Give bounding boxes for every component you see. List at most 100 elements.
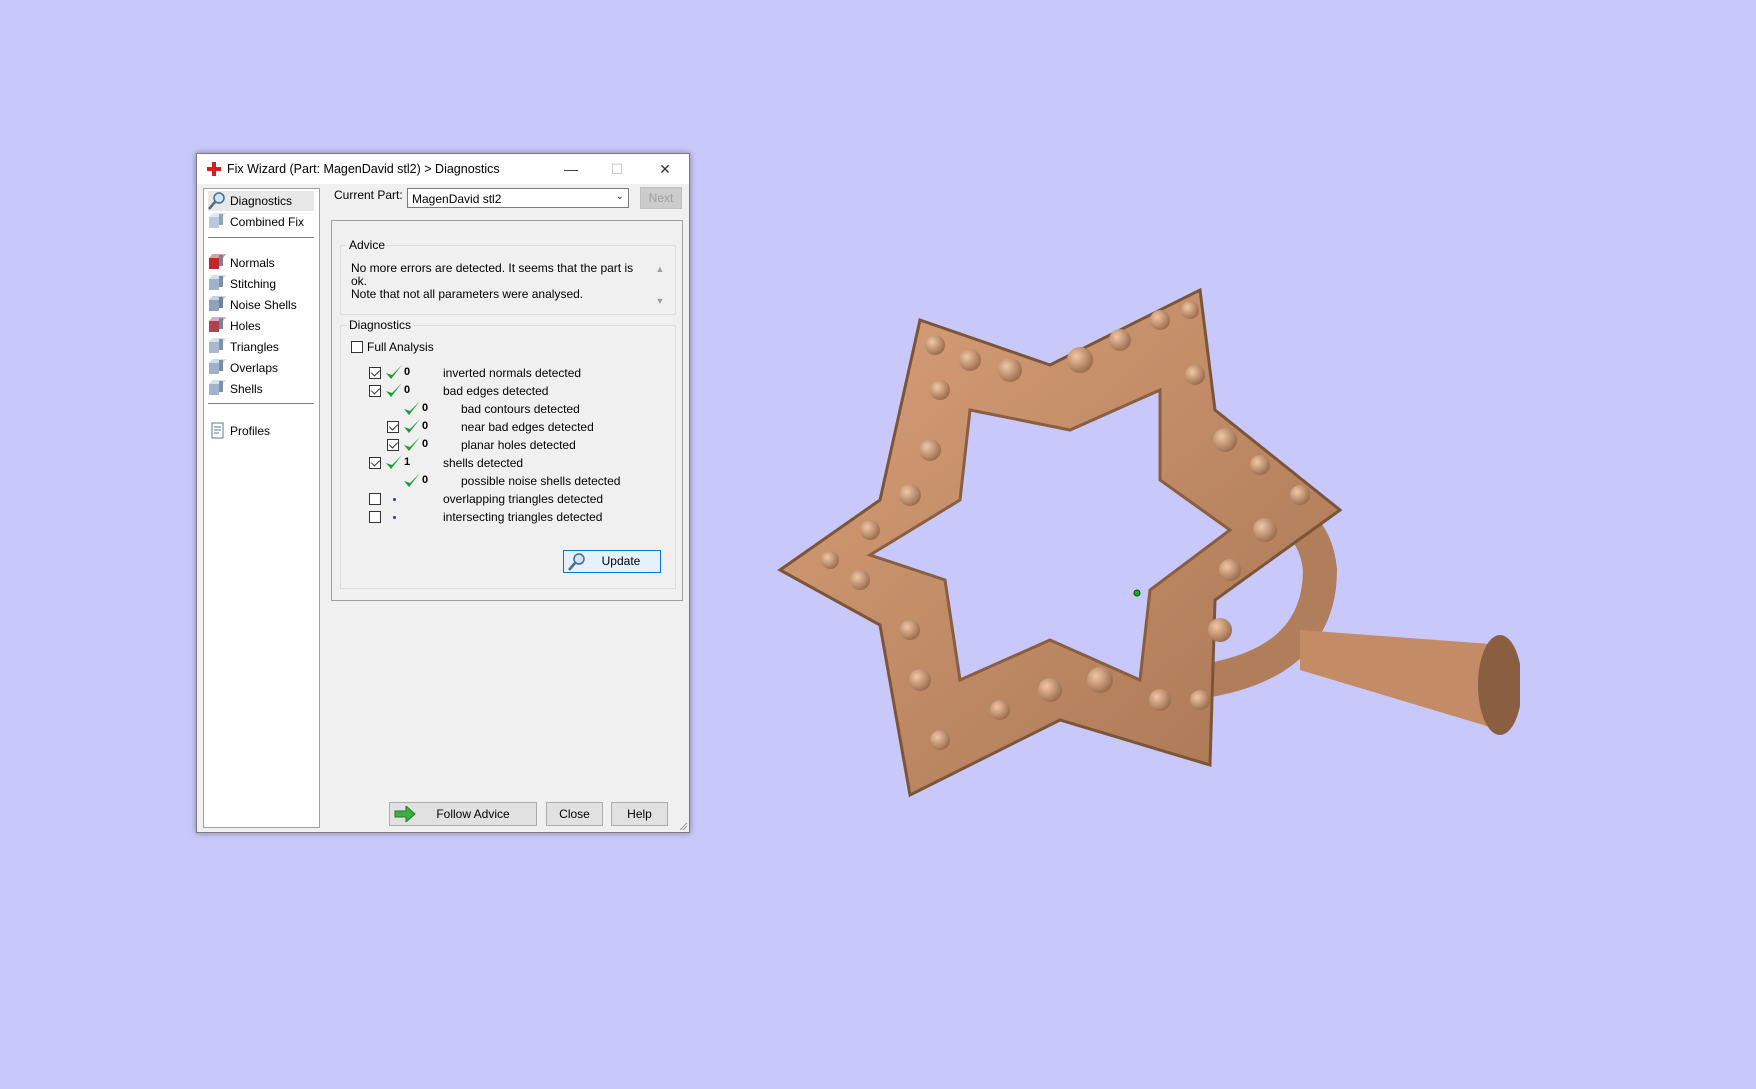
minimize-button[interactable]: — [549,154,593,184]
update-button[interactable]: Update [563,550,661,573]
diagnostic-count: 0 [422,402,429,414]
fix-wizard-dialog: Fix Wizard (Part: MagenDavid stl2) > Dia… [196,153,690,833]
diagnostics-group: Diagnostics Full Analysis 0 inverted norm… [340,318,676,589]
magnifier-icon [208,192,225,210]
diagnostic-label: possible noise shells detected [461,474,621,488]
diagnostic-checkbox[interactable] [369,493,381,505]
full-analysis-checkbox[interactable] [351,341,363,353]
nav-divider [208,403,314,404]
diagnostic-count: 0 [422,420,429,432]
red-cross-icon [207,162,221,176]
diagnostics-group-title: Diagnostics [347,318,414,332]
sidebar-item-profiles[interactable]: Profiles [208,421,314,441]
follow-advice-button[interactable]: Follow Advice [389,802,537,826]
sidebar-item-diagnostics[interactable]: Diagnostics [208,191,314,211]
current-part-value: MagenDavid stl2 [412,192,502,206]
sidebar-item-shells[interactable]: Shells [208,379,314,399]
diagnostic-count: 0 [422,438,429,450]
maximize-button[interactable]: ☐ [595,154,639,184]
diagnostic-checkbox[interactable] [387,439,399,451]
scroll-down-icon[interactable]: ▼ [653,296,667,306]
overlaps-cube-icon [208,359,227,377]
current-part-select[interactable]: MagenDavid stl2 ⌄ [407,188,629,208]
sidebar-item-holes[interactable]: Holes [208,316,314,336]
diagnostic-label: bad contours detected [461,402,580,416]
magen-david-pendant-model[interactable] [760,280,1520,810]
diagnostic-label: near bad edges detected [461,420,594,434]
advice-line-1: No more errors are detected. It seems th… [351,261,634,288]
advice-text: No more errors are detected. It seems th… [351,262,641,301]
pivot-point [1133,589,1141,597]
sidebar-item-combined-fix[interactable]: Combined Fix [208,212,314,232]
sidebar-item-label: Combined Fix [230,215,305,229]
window-title: Fix Wizard (Part: MagenDavid stl2) > Dia… [227,162,500,176]
diagnostic-checkbox[interactable] [387,421,399,433]
green-check-icon [404,437,420,451]
green-check-icon [404,473,420,487]
sidebar-item-normals[interactable]: Normals [208,253,314,273]
diagnostic-checkbox[interactable] [369,385,381,397]
noise-shells-icon [208,296,227,314]
diagnostics-panel: Advice No more errors are detected. It s… [331,220,683,601]
normals-cube-icon [208,254,227,272]
sidebar-item-label: Profiles [230,424,271,438]
triangles-cube-icon [208,338,227,356]
sidebar-item-stitching[interactable]: Stitching [208,274,314,294]
advice-line-2: Note that not all parameters were analys… [351,287,584,301]
diagnostic-label: inverted normals detected [443,366,582,380]
advice-group-title: Advice [347,238,388,252]
cube-icon [208,213,227,231]
diagnostic-count: 0 [404,366,411,378]
diagnostic-checkbox[interactable] [369,511,381,523]
advice-group: Advice No more errors are detected. It s… [340,238,676,315]
diagnostic-label: overlapping triangles detected [443,492,604,506]
green-arrow-icon [394,806,416,822]
sidebar-item-label: Diagnostics [230,194,293,208]
sidebar-item-label: Stitching [230,277,277,291]
diagnostic-checkbox[interactable] [369,457,381,469]
diagnostic-checkbox[interactable] [369,367,381,379]
green-check-icon [386,455,402,469]
title-bar[interactable]: Fix Wizard (Part: MagenDavid stl2) > Dia… [197,154,689,184]
sidebar-item-overlaps[interactable]: Overlaps [208,358,314,378]
diagnostic-label: shells detected [443,456,524,470]
close-window-button[interactable]: ✕ [643,154,687,184]
green-check-icon [386,383,402,397]
sidebar-item-label: Overlaps [230,361,279,375]
diagnostic-count: 0 [404,384,411,396]
resize-grip-icon[interactable] [678,821,688,831]
magnifier-icon [568,553,585,571]
sidebar-item-label: Normals [230,256,275,270]
holes-cube-icon [208,317,227,335]
sidebar-item-label: Shells [230,382,263,396]
sidebar-nav: Diagnostics Combined Fix Normals Stitchi… [203,188,320,828]
pending-dot-icon [393,516,396,519]
nav-divider [208,237,314,238]
profiles-icon [211,422,224,439]
stitching-cube-icon [208,275,227,293]
follow-advice-label: Follow Advice [436,807,510,821]
sidebar-item-label: Triangles [230,340,279,354]
sidebar-item-triangles[interactable]: Triangles [208,337,314,357]
green-check-icon [404,401,420,415]
diagnostic-label: bad edges detected [443,384,549,398]
diagnostic-label: planar holes detected [461,438,576,452]
green-check-icon [386,365,402,379]
diagnostic-count: 1 [404,456,411,468]
current-part-label: Current Part: [334,188,403,202]
help-button[interactable]: Help [611,802,668,826]
diagnostic-count: 0 [422,474,429,486]
close-button[interactable]: Close [546,802,603,826]
green-check-icon [404,419,420,433]
chevron-down-icon: ⌄ [615,191,624,202]
sidebar-item-label: Holes [230,319,261,333]
shells-cube-icon [208,380,227,398]
scroll-up-icon[interactable]: ▲ [653,264,667,274]
diagnostic-label: intersecting triangles detected [443,510,603,524]
sidebar-item-label: Noise Shells [230,298,297,312]
pending-dot-icon [393,498,396,501]
next-button[interactable]: Next [640,187,682,209]
full-analysis-label: Full Analysis [367,340,434,354]
sidebar-item-noise-shells[interactable]: Noise Shells [208,295,314,315]
advice-scrollbar[interactable]: ▲ ▼ [653,264,667,310]
